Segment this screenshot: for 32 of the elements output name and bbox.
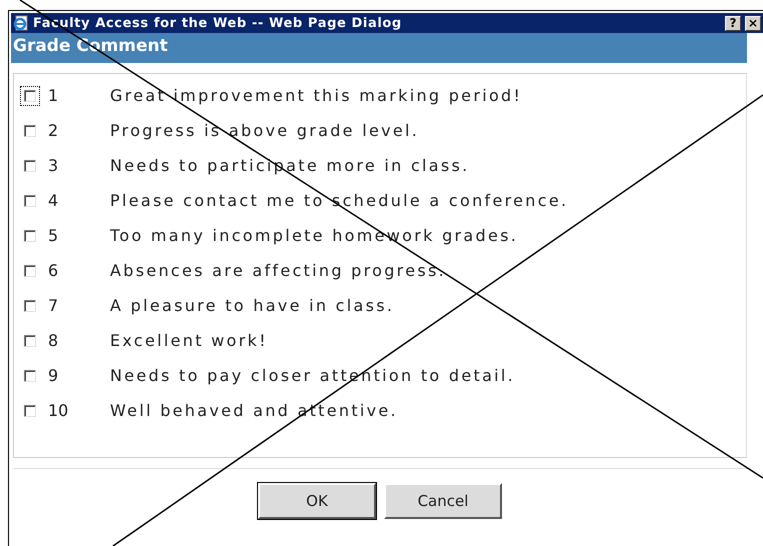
checkbox[interactable]	[24, 194, 36, 206]
comment-number: 1	[47, 86, 60, 105]
comment-text: Great improvement this marking period!	[110, 86, 522, 105]
comment-text: A pleasure to have in class.	[110, 296, 394, 315]
comment-number: 3	[47, 156, 60, 175]
ok-button[interactable]: OK	[258, 483, 376, 519]
comment-text: Absences are affecting progress.	[110, 261, 446, 280]
comment-number: 10	[47, 401, 70, 420]
comment-number: 8	[47, 331, 60, 350]
comment-number: 9	[47, 366, 60, 385]
comment-number: 2	[47, 121, 60, 140]
window-title: Faculty Access for the Web -- Web Page Dialog	[33, 16, 403, 30]
checkbox[interactable]	[24, 404, 36, 416]
comment-number: 4	[47, 191, 60, 210]
checkbox[interactable]	[24, 370, 36, 382]
checkbox[interactable]	[24, 264, 36, 276]
comment-text: Please contact me to schedule a conference.	[110, 191, 568, 210]
checkbox[interactable]	[24, 160, 36, 172]
close-button[interactable]: ×	[745, 16, 761, 30]
browser-page-icon	[13, 15, 29, 31]
checkbox[interactable]	[24, 230, 36, 242]
comment-number: 5	[47, 226, 60, 245]
cancel-button[interactable]: Cancel	[384, 483, 502, 519]
checkbox[interactable]	[24, 334, 36, 346]
comment-text: Progress is above grade level.	[110, 121, 420, 140]
checkbox[interactable]	[24, 124, 36, 136]
help-button[interactable]: ?	[725, 16, 741, 30]
checkbox[interactable]	[24, 90, 36, 102]
comment-text: Excellent work!	[110, 331, 268, 350]
comment-number: 6	[47, 261, 60, 280]
checkbox[interactable]	[24, 300, 36, 312]
comment-number: 7	[47, 296, 60, 315]
